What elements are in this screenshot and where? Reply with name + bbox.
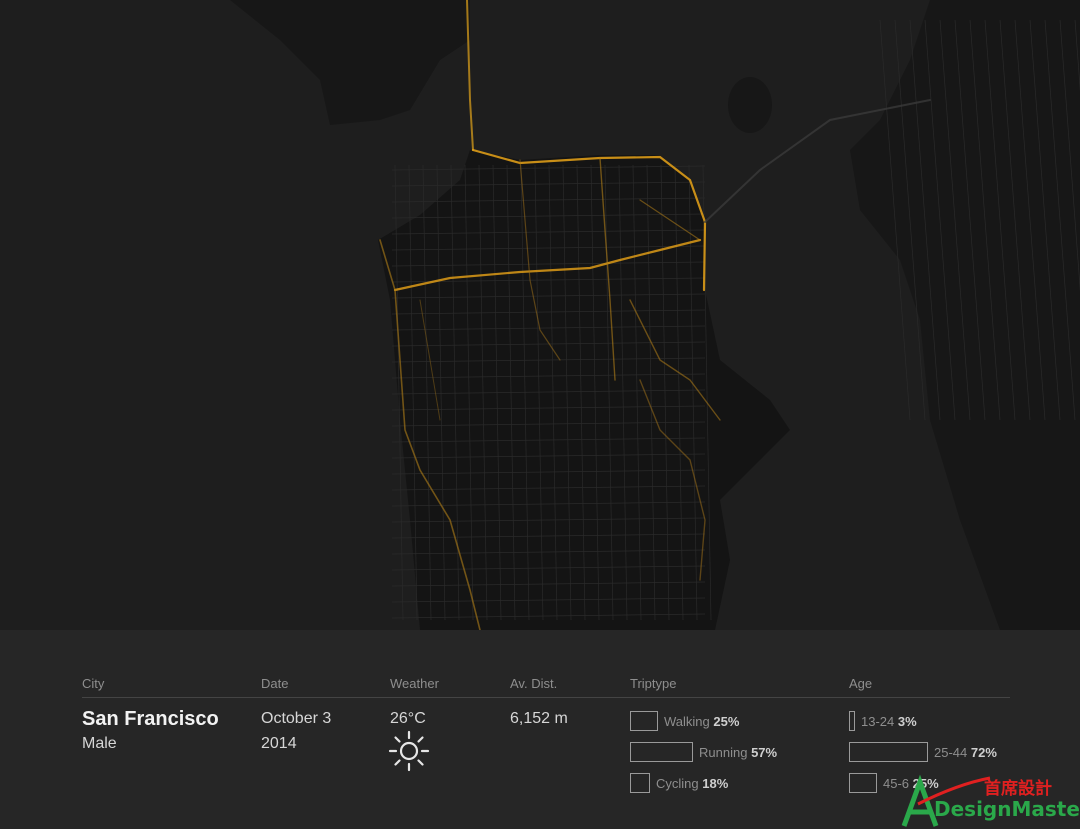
- triptype-name: Cycling: [656, 776, 699, 791]
- triptype-header: Triptype: [630, 676, 677, 691]
- triptype-label: Running 57%: [699, 745, 777, 760]
- triptype-name: Running: [699, 745, 748, 760]
- triptype-name: Walking: [664, 714, 710, 729]
- triptype-percent: 25%: [713, 714, 740, 729]
- map-canvas: [0, 0, 1080, 630]
- age-name: 25-44: [934, 745, 968, 760]
- age-header: Age: [849, 676, 873, 691]
- age-label: 25-44 72%: [934, 745, 997, 760]
- age-label: 13-24 3%: [861, 714, 917, 729]
- date-line-1: October 3: [261, 710, 332, 727]
- city-header: City: [82, 676, 105, 691]
- triptype-percent: 57%: [751, 745, 778, 760]
- age-percent: 72%: [970, 745, 997, 760]
- sun-icon: [388, 730, 430, 772]
- triptype-bar: [630, 742, 693, 762]
- header-divider: [82, 697, 1010, 698]
- designmaster-watermark-logo: 首席設計 DesignMaster: [901, 774, 1080, 827]
- age-bar: [849, 742, 928, 762]
- watermark-brand-text: DesignMaster: [934, 797, 1080, 821]
- watermark-chinese-text: 首席設計: [984, 778, 1052, 799]
- date-header: Date: [261, 676, 289, 691]
- age-bar: [849, 711, 855, 731]
- age-percent: 3%: [897, 714, 917, 729]
- triptype-bar: [630, 773, 650, 793]
- route-heatmap-map[interactable]: [0, 0, 1080, 630]
- weather-header: Weather: [390, 676, 439, 691]
- gender: Male: [82, 735, 117, 752]
- distance-header: Av. Dist.: [510, 676, 558, 691]
- city-name: San Francisco: [82, 708, 219, 730]
- island: [728, 77, 772, 133]
- triptype-label: Walking 25%: [664, 714, 739, 729]
- triptype-label: Cycling 18%: [656, 776, 728, 791]
- age-name: 13-24: [861, 714, 895, 729]
- triptype-bar: [630, 711, 658, 731]
- average-distance: 6,152 m: [510, 710, 568, 727]
- temperature: 26°C: [390, 710, 426, 727]
- age-bar: [849, 773, 877, 793]
- date-line-2: 2014: [261, 735, 297, 752]
- triptype-percent: 18%: [702, 776, 729, 791]
